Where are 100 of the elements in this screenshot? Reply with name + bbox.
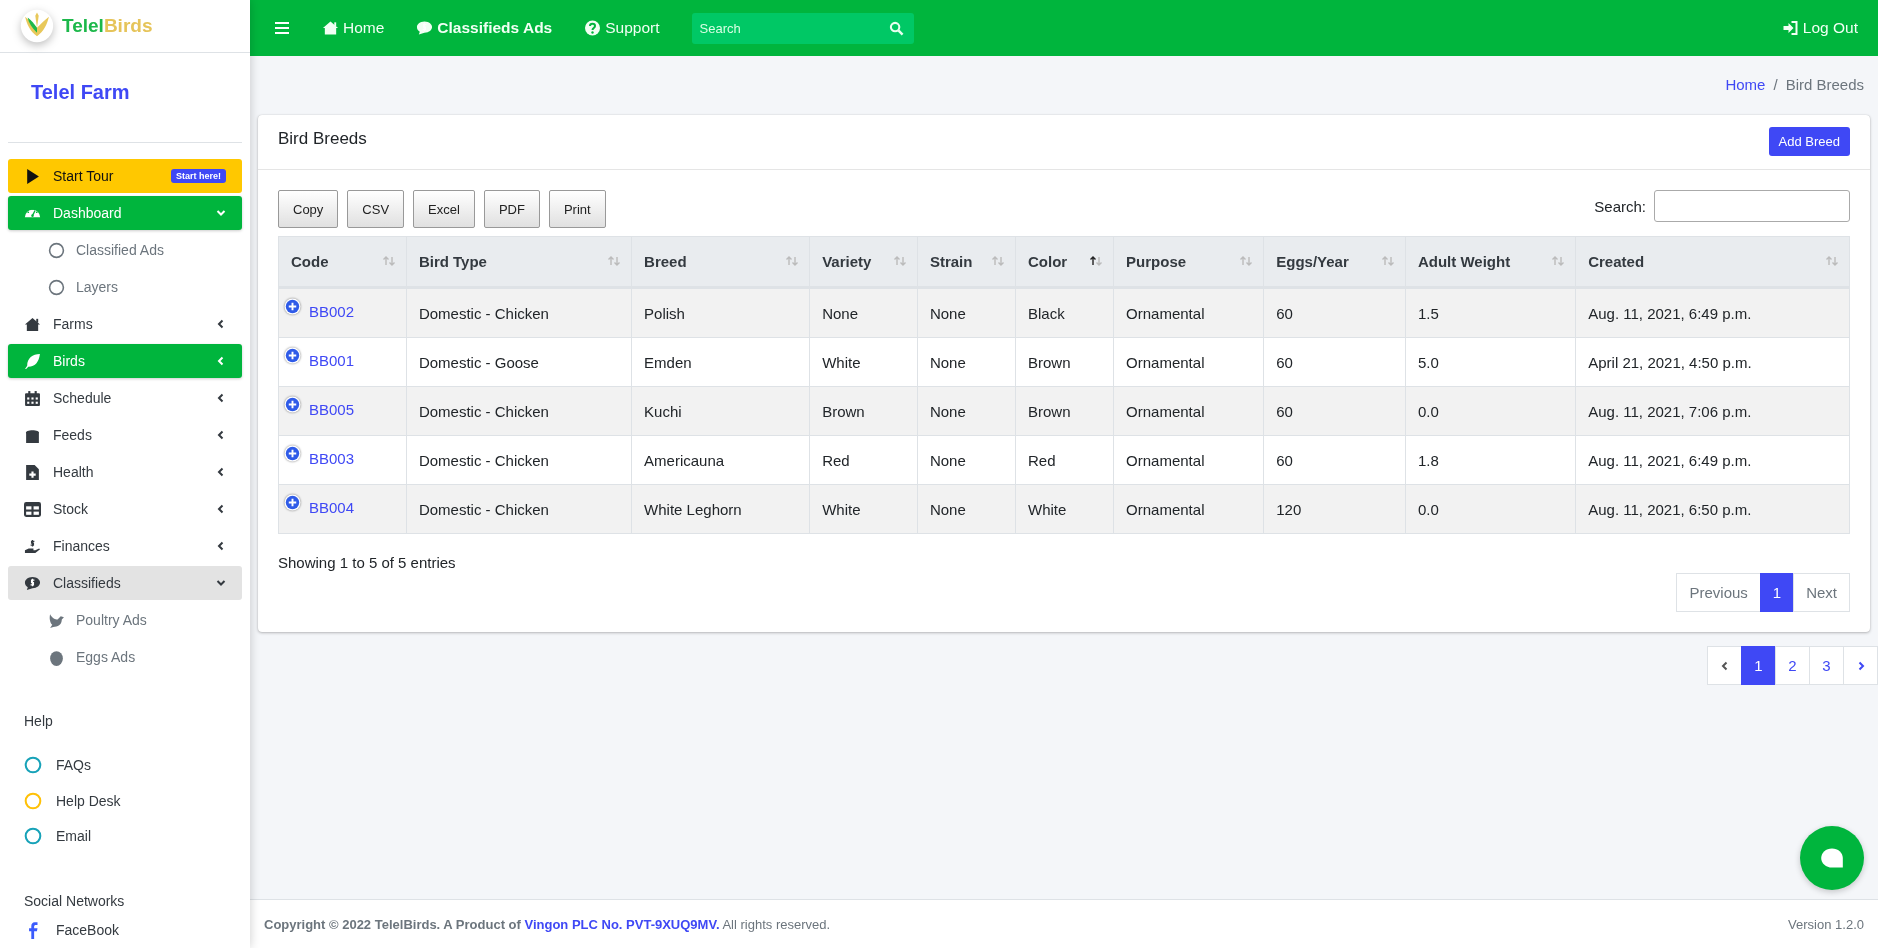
start-tour-button[interactable]: Start Tour Start here!	[8, 159, 242, 194]
circle-icon	[48, 279, 65, 296]
table-cell: Aug. 11, 2021, 6:49 p.m.	[1575, 287, 1850, 338]
breadcrumb-link[interactable]: Home	[1725, 76, 1766, 115]
help-link[interactable]: Help Desk	[0, 783, 121, 819]
table-cell: 5.0	[1405, 337, 1576, 387]
export-button[interactable]: Print	[548, 190, 606, 228]
page-button[interactable]: 2	[1775, 646, 1810, 685]
expand-row-icon[interactable]	[284, 396, 301, 413]
column-header[interactable]: Breed	[631, 236, 810, 288]
brand-name: TelelBirds	[62, 15, 153, 38]
table-cell: Americauna	[631, 435, 810, 485]
help-link[interactable]: Email	[0, 818, 91, 854]
table-cell: None	[917, 435, 1016, 485]
table-cell: White	[1015, 484, 1114, 534]
code-link[interactable]: BB002	[309, 303, 355, 320]
column-header[interactable]: Eggs/Year	[1263, 236, 1406, 288]
house-icon	[322, 20, 339, 36]
search-field[interactable]	[1654, 190, 1850, 222]
social-link[interactable]: FaceBook	[0, 912, 120, 948]
sidebar-item[interactable]: Finances	[8, 529, 242, 564]
table-cell: Ornamental	[1113, 386, 1264, 436]
export-button[interactable]: Excel	[413, 190, 475, 228]
play-icon	[24, 168, 41, 185]
export-button[interactable]: PDF	[483, 190, 540, 228]
table-cell: None	[917, 287, 1016, 338]
expand-row-icon[interactable]	[284, 445, 301, 462]
table-cell: Ornamental	[1113, 484, 1264, 534]
code-link[interactable]: BB004	[309, 499, 355, 516]
chevron-left-icon	[216, 504, 226, 515]
table-cell: 0.0	[1405, 484, 1576, 534]
column-header[interactable]: Variety	[809, 236, 918, 288]
copyright-text: Copyright © 2022 TelelBirds. A Product of Vingon PLC No. PVT-9XUQ9MV. All rights reserved.	[264, 916, 831, 932]
table-cell: Ornamental	[1113, 435, 1264, 485]
column-header[interactable]: Adult Weight	[1405, 236, 1576, 288]
sidebar-item[interactable]: Classifieds	[8, 566, 242, 601]
version-text: Version 1.2.0	[1788, 916, 1864, 932]
sidebar-subitem[interactable]: Classified Ads	[8, 233, 242, 268]
page-button[interactable]: 1	[1741, 646, 1776, 685]
column-header[interactable]: Code	[278, 236, 407, 288]
chat-bubble-icon	[1820, 847, 1844, 869]
table-cell: Domestic - Chicken	[406, 484, 632, 534]
sidebar-item[interactable]: Farms	[8, 307, 242, 342]
search-label: Search:	[1594, 197, 1646, 215]
company-link[interactable]: Vingon PLC No. PVT-9XUQ9MV.	[524, 916, 720, 932]
expand-row-icon[interactable]	[284, 494, 301, 511]
table-cell: Red	[1015, 435, 1114, 485]
house-icon	[24, 316, 41, 333]
sidebar-item[interactable]: Health	[8, 455, 242, 490]
previous-button[interactable]: Previous	[1676, 573, 1761, 612]
help-link[interactable]: FAQs	[0, 747, 91, 784]
sidebar-subitem[interactable]: Eggs Ads	[8, 640, 242, 675]
dove-icon	[48, 612, 65, 629]
table-cell: Domestic - Chicken	[406, 386, 632, 436]
section-heading: Help	[23, 712, 53, 732]
table-cell: Black	[1015, 287, 1114, 338]
table-cell: Ornamental	[1113, 287, 1264, 338]
sidebar-item[interactable]: Stock	[8, 492, 242, 527]
table-cell: Red	[809, 435, 918, 485]
search-icon	[888, 20, 904, 36]
search-field[interactable]: Search	[691, 12, 914, 44]
menu-icon[interactable]	[274, 21, 290, 35]
export-button[interactable]: CSV	[347, 190, 405, 228]
chevron-left-icon	[216, 356, 226, 367]
table-cell: White Leghorn	[631, 484, 810, 534]
next-button[interactable]: Next	[1793, 573, 1850, 612]
table-cell: Brown	[809, 386, 918, 436]
column-header[interactable]: Strain	[917, 236, 1016, 288]
bread-icon	[24, 427, 41, 444]
code-link[interactable]: BB001	[309, 352, 355, 369]
table-cell: Emden	[631, 337, 810, 387]
entries-info: Showing 1 to 5 of 5 entries	[278, 554, 457, 571]
code-link[interactable]: BB003	[309, 450, 355, 467]
previous-page-button[interactable]	[1707, 646, 1742, 685]
chat-button[interactable]	[1800, 826, 1864, 890]
column-header[interactable]: Color	[1015, 236, 1114, 288]
table-cell: Aug. 11, 2021, 6:49 p.m.	[1575, 435, 1850, 485]
column-header[interactable]: Bird Type	[406, 236, 632, 288]
badge: Start here!	[171, 169, 226, 184]
table-cell: White	[809, 337, 918, 387]
table-cell: Brown	[1015, 386, 1114, 436]
table-cell: 120	[1263, 484, 1406, 534]
expand-row-icon[interactable]	[284, 298, 301, 315]
sidebar-subitem[interactable]: Layers	[8, 270, 242, 305]
column-header[interactable]: Created	[1575, 236, 1850, 288]
table-cell: 1.5	[1405, 287, 1576, 338]
table-cell: Kuchi	[631, 386, 810, 436]
sign-out-icon	[1781, 20, 1799, 36]
dollar-comment-icon	[24, 575, 41, 592]
export-button[interactable]: Copy	[278, 190, 339, 228]
add-breed-button[interactable]: Add Breed	[1768, 127, 1850, 156]
sidebar-subitem[interactable]: Poultry Ads	[8, 603, 242, 638]
page-button[interactable]: 3	[1809, 646, 1844, 685]
code-link[interactable]: BB005	[309, 401, 355, 418]
expand-row-icon[interactable]	[284, 347, 301, 364]
sidebar-item[interactable]: Schedule	[8, 381, 242, 416]
table-cell: 0.0	[1405, 386, 1576, 436]
chevron-left-icon	[1719, 660, 1730, 671]
column-header[interactable]: Purpose	[1113, 236, 1264, 288]
sidebar-item[interactable]: Feeds	[8, 418, 242, 453]
